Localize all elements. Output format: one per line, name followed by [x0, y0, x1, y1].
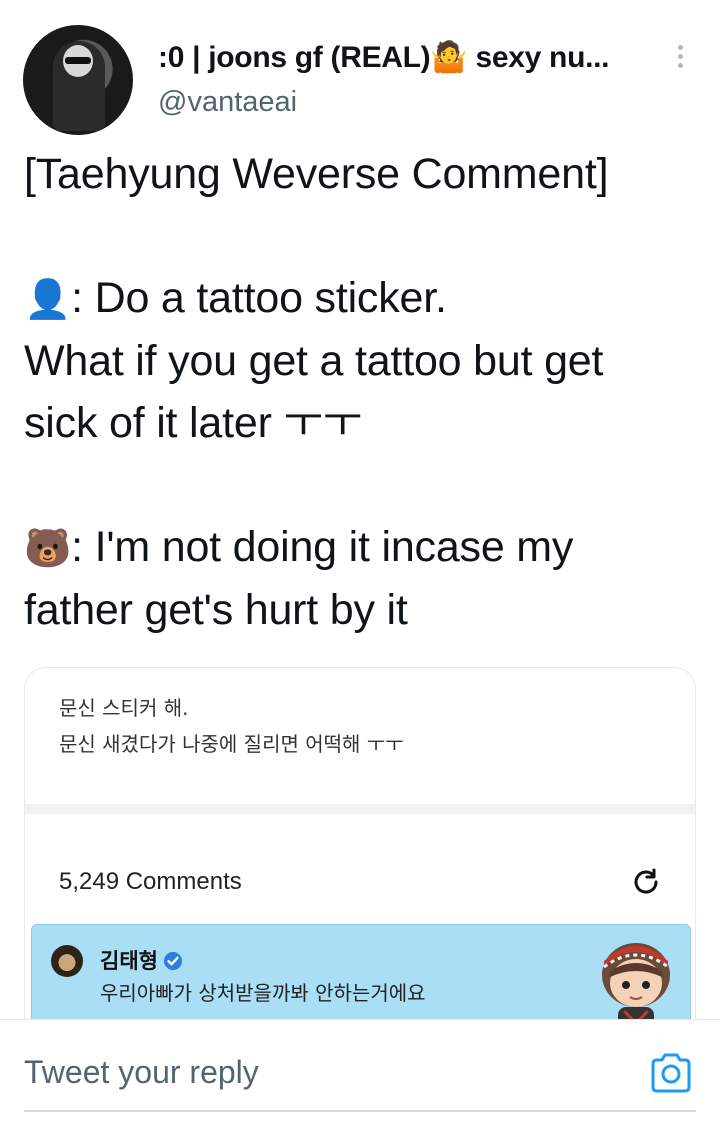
person-silhouette-emoji: 👤 — [24, 277, 72, 321]
comments-count: 5,249 Comments — [59, 868, 242, 895]
character-sticker — [602, 943, 670, 1028]
tweet-answer-text-2: father get's hurt by it — [24, 586, 408, 634]
commenter-name-text: 김태형 — [100, 949, 158, 973]
tweet-question-text-2: What if you get a tattoo but get — [24, 337, 604, 385]
tweet-header: :0 | joons gf (REAL)🤷 sexy nu... @vantae… — [0, 0, 720, 140]
commenter-name: 김태형 — [100, 945, 183, 975]
tweet-question-line: 👤: Do a tattoo sticker. — [24, 267, 704, 330]
commenter-avatar — [51, 945, 83, 977]
tweet-question-text-1: : Do a tattoo sticker. — [71, 274, 447, 322]
camera-icon[interactable] — [648, 1050, 694, 1096]
reply-composer — [0, 1019, 720, 1122]
tweet-answer-text-1: : I'm not doing it incase my — [71, 523, 574, 571]
author-avatar[interactable] — [23, 25, 133, 135]
bear-face-emoji: 🐻 — [24, 526, 72, 570]
verified-badge-icon — [163, 952, 182, 970]
avatar-sunglasses — [65, 57, 91, 64]
author-name-text: :0 | joons gf (REAL) — [158, 41, 431, 74]
card-divider — [25, 804, 695, 814]
author-name-emoji: 🤷 — [430, 40, 468, 75]
tweet-title-line: [Taehyung Weverse Comment] — [24, 150, 609, 198]
tweet-body: [Taehyung Weverse Comment] 👤: Do a tatto… — [24, 143, 704, 641]
weverse-post-line-2: 문신 새겼다가 나중에 질리면 어떡해 ㅜㅜ — [59, 732, 404, 756]
author-handle[interactable]: @vantaeai — [158, 86, 297, 119]
tweet-question-text-3: sick of it later ㅜㅜ — [24, 399, 363, 447]
reply-underline — [24, 1110, 696, 1112]
reply-input[interactable] — [24, 1050, 584, 1094]
refresh-icon — [634, 868, 658, 894]
author-name-suffix: sexy nu... — [467, 41, 610, 74]
weverse-screenshot-image[interactable]: 문신 스티커 해. 문신 새겼다가 나중에 질리면 어떡해 ㅜㅜ 5,249 C… — [24, 667, 696, 1029]
tweet-answer-line: 🐻: I'm not doing it incase my — [24, 516, 704, 579]
weverse-post: 문신 스티커 해. 문신 새겼다가 나중에 질리면 어떡해 ㅜㅜ — [59, 690, 404, 762]
weverse-post-line-1: 문신 스티커 해. — [59, 696, 189, 720]
vertical-dots-icon[interactable] — [668, 42, 692, 74]
artist-comment: 김태형 우리아빠가 상처받을까봐 안하는거에요 — [31, 924, 691, 1028]
author-display-name[interactable]: :0 | joons gf (REAL)🤷 sexy nu... — [158, 40, 610, 75]
comment-text: 우리아빠가 상처받을까봐 안하는거에요 — [100, 981, 426, 1005]
